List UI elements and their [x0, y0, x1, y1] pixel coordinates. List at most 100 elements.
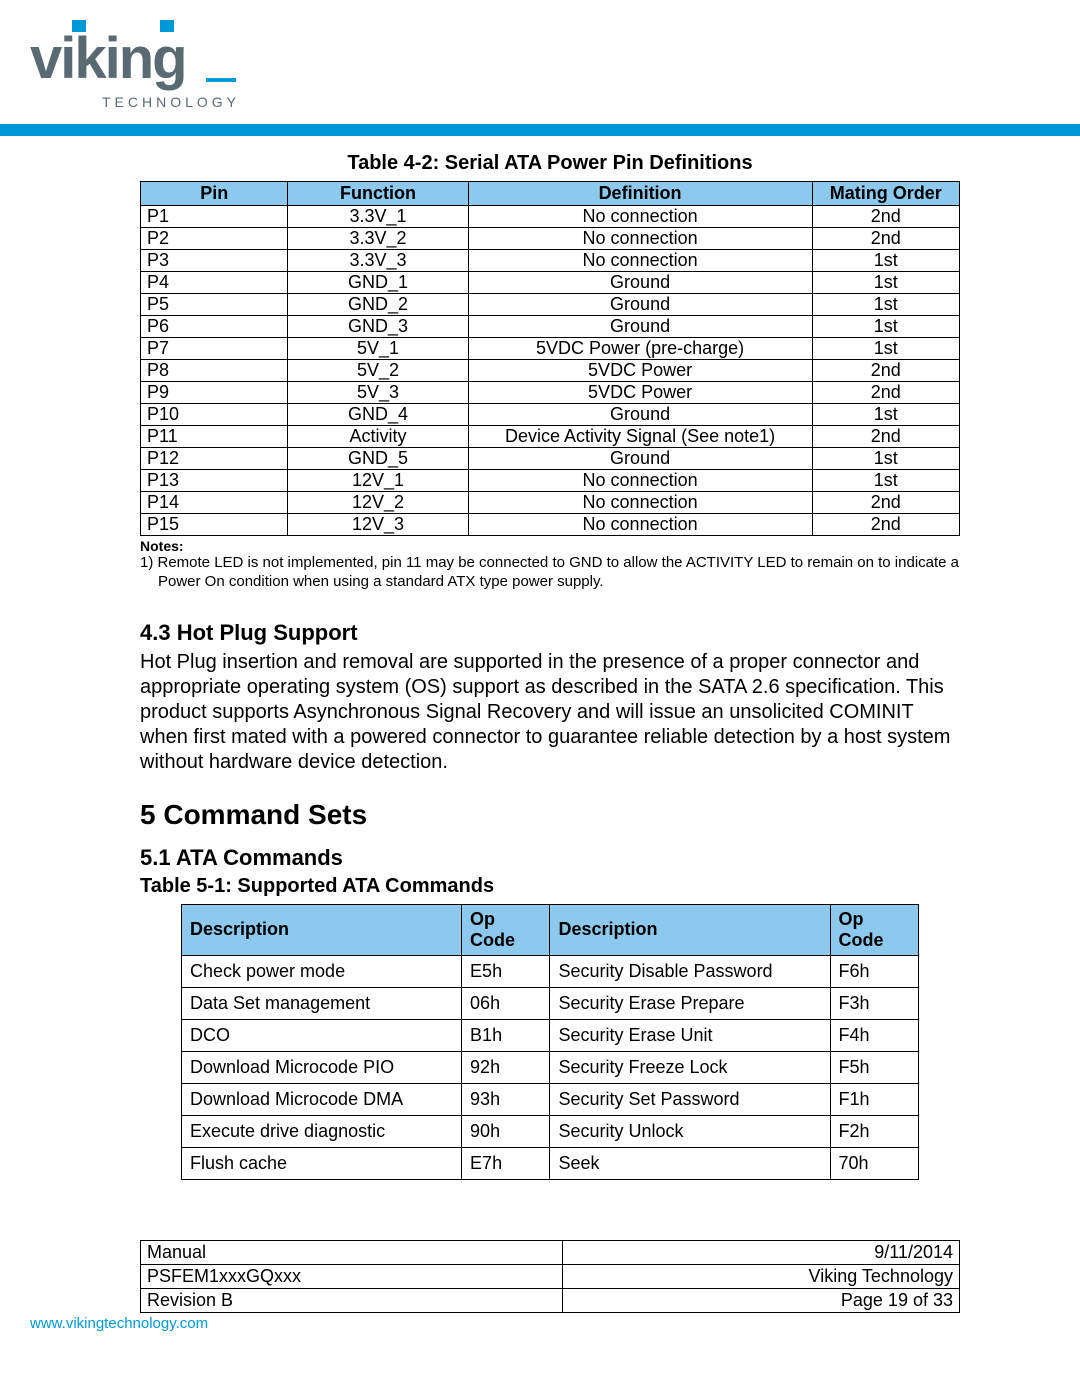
- column-header: Description: [550, 904, 830, 955]
- table-row: P33.3V_3No connection1st: [141, 250, 960, 272]
- cell: 1st: [812, 448, 959, 470]
- cell: 1st: [812, 272, 959, 294]
- table-row: P95V_35VDC Power2nd: [141, 382, 960, 404]
- cell: 12V_2: [288, 492, 468, 514]
- cell: 1st: [812, 250, 959, 272]
- column-header: Pin: [141, 182, 288, 206]
- cell: Security Erase Unit: [550, 1019, 830, 1051]
- cell: E5h: [462, 955, 550, 987]
- cell: P14: [141, 492, 288, 514]
- cell: 5V_2: [288, 360, 468, 382]
- cell: 3.3V_1: [288, 206, 468, 228]
- page-footer: Manual 9/11/2014 PSFEM1xxxGQxxx Viking T…: [0, 1240, 1080, 1313]
- cell: P7: [141, 338, 288, 360]
- cell: No connection: [468, 250, 812, 272]
- cell: 1st: [812, 470, 959, 492]
- cell: B1h: [462, 1019, 550, 1051]
- cell: 5VDC Power: [468, 360, 812, 382]
- cell: Device Activity Signal (See note1): [468, 426, 812, 448]
- cell: 12V_3: [288, 514, 468, 536]
- viking-logo-icon: viking: [30, 20, 240, 98]
- table-row: Data Set management06hSecurity Erase Pre…: [182, 987, 919, 1019]
- footer-company: Viking Technology: [562, 1264, 959, 1288]
- cell: Security Erase Prepare: [550, 987, 830, 1019]
- cell: 1st: [812, 338, 959, 360]
- table-row: P1412V_2No connection2nd: [141, 492, 960, 514]
- table-row: P6GND_3Ground1st: [141, 316, 960, 338]
- table-4-2-caption: Table 4-2: Serial ATA Power Pin Definiti…: [140, 152, 960, 175]
- table-row: P5GND_2Ground1st: [141, 294, 960, 316]
- logo: viking TECHNOLOGY: [30, 20, 240, 110]
- page-content: Table 4-2: Serial ATA Power Pin Definiti…: [0, 136, 1080, 1190]
- table-row: DCOB1hSecurity Erase UnitF4h: [182, 1019, 919, 1051]
- cell: No connection: [468, 228, 812, 250]
- column-header: Function: [288, 182, 468, 206]
- table-row: Check power modeE5hSecurity Disable Pass…: [182, 955, 919, 987]
- table-row: P10GND_4Ground1st: [141, 404, 960, 426]
- cell: 93h: [462, 1083, 550, 1115]
- cell: 5V_3: [288, 382, 468, 404]
- cell: F3h: [830, 987, 918, 1019]
- cell: 2nd: [812, 382, 959, 404]
- cell: Activity: [288, 426, 468, 448]
- cell: 3.3V_3: [288, 250, 468, 272]
- section-4-3-body: Hot Plug insertion and removal are suppo…: [140, 650, 960, 775]
- cell: E7h: [462, 1147, 550, 1179]
- cell: No connection: [468, 470, 812, 492]
- cell: F2h: [830, 1115, 918, 1147]
- table-row: Revision B Page 19 of 33: [141, 1288, 960, 1312]
- table-row: PSFEM1xxxGQxxx Viking Technology: [141, 1264, 960, 1288]
- cell: F6h: [830, 955, 918, 987]
- footer-date: 9/11/2014: [562, 1240, 959, 1264]
- cell: 90h: [462, 1115, 550, 1147]
- cell: 5V_1: [288, 338, 468, 360]
- cell: Execute drive diagnostic: [182, 1115, 462, 1147]
- cell: P11: [141, 426, 288, 448]
- cell: P3: [141, 250, 288, 272]
- table-row: P1512V_3No connection2nd: [141, 514, 960, 536]
- cell: Download Microcode PIO: [182, 1051, 462, 1083]
- column-header: OpCode: [462, 904, 550, 955]
- table-row: P75V_15VDC Power (pre-charge)1st: [141, 338, 960, 360]
- table-row: P1312V_1No connection1st: [141, 470, 960, 492]
- section-4-3-heading: 4.3 Hot Plug Support: [140, 620, 960, 646]
- table-row: P13.3V_1No connection2nd: [141, 206, 960, 228]
- cell: P10: [141, 404, 288, 426]
- cell: 1st: [812, 316, 959, 338]
- table-5-1: DescriptionOpCodeDescriptionOpCode Check…: [181, 904, 919, 1180]
- page-header: viking TECHNOLOGY: [0, 0, 1080, 112]
- cell: 2nd: [812, 514, 959, 536]
- table-row: Download Microcode DMA93hSecurity Set Pa…: [182, 1083, 919, 1115]
- table-row: Execute drive diagnostic90hSecurity Unlo…: [182, 1115, 919, 1147]
- cell: 1st: [812, 294, 959, 316]
- cell: Ground: [468, 404, 812, 426]
- cell: Check power mode: [182, 955, 462, 987]
- cell: F1h: [830, 1083, 918, 1115]
- cell: Seek: [550, 1147, 830, 1179]
- cell: 1st: [812, 404, 959, 426]
- cell: No connection: [468, 206, 812, 228]
- cell: Security Set Password: [550, 1083, 830, 1115]
- cell: No connection: [468, 492, 812, 514]
- cell: 2nd: [812, 426, 959, 448]
- cell: 5VDC Power (pre-charge): [468, 338, 812, 360]
- column-header: Mating Order: [812, 182, 959, 206]
- cell: F4h: [830, 1019, 918, 1051]
- header-divider: [0, 124, 1080, 136]
- cell: 2nd: [812, 206, 959, 228]
- cell: Download Microcode DMA: [182, 1083, 462, 1115]
- cell: P8: [141, 360, 288, 382]
- column-header: Definition: [468, 182, 812, 206]
- cell: Security Disable Password: [550, 955, 830, 987]
- cell: P13: [141, 470, 288, 492]
- cell: 2nd: [812, 360, 959, 382]
- chapter-5-heading: 5 Command Sets: [140, 799, 960, 831]
- table-row: P23.3V_2No connection2nd: [141, 228, 960, 250]
- notes-body: 1) Remote LED is not implemented, pin 11…: [140, 554, 960, 592]
- cell: GND_4: [288, 404, 468, 426]
- cell: Ground: [468, 316, 812, 338]
- cell: Ground: [468, 294, 812, 316]
- cell: P12: [141, 448, 288, 470]
- cell: 5VDC Power: [468, 382, 812, 404]
- footer-url: www.vikingtechnology.com: [0, 1313, 1080, 1332]
